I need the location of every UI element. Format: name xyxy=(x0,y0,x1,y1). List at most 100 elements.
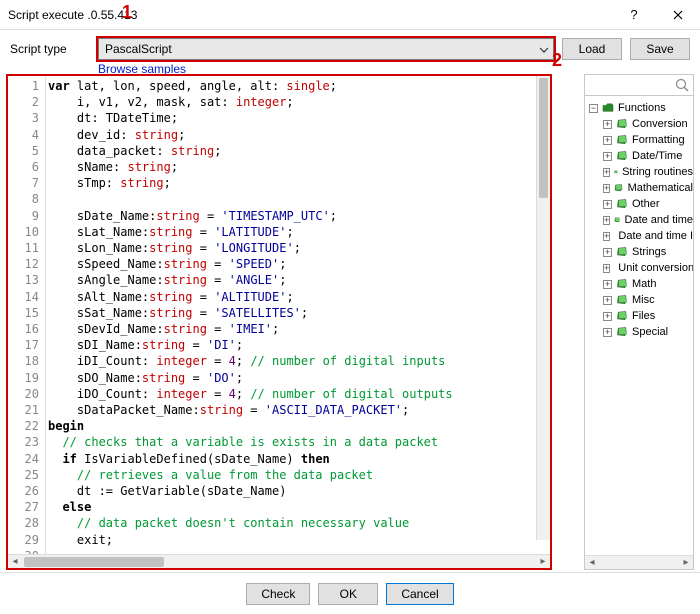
vertical-scrollbar-thumb[interactable] xyxy=(539,78,548,198)
code-content[interactable]: var lat, lon, speed, angle, alt: single;… xyxy=(48,76,536,554)
expand-icon[interactable]: + xyxy=(603,168,610,177)
line-number: 19 xyxy=(8,370,39,386)
search-icon xyxy=(674,77,690,96)
code-line: begin xyxy=(48,418,536,434)
close-icon xyxy=(673,10,683,20)
code-line: sDI_Name:string = 'DI'; xyxy=(48,337,536,353)
horizontal-scrollbar-thumb[interactable] xyxy=(24,557,164,567)
tree-item[interactable]: +Strings xyxy=(589,244,693,260)
expand-icon[interactable]: + xyxy=(603,120,612,129)
line-number: 16 xyxy=(8,321,39,337)
tree-item-label: Date and time I xyxy=(618,230,693,242)
collapse-icon[interactable]: − xyxy=(589,104,598,113)
code-line: sDataPacket_Name:string = 'ASCII_DATA_PA… xyxy=(48,402,536,418)
check-button[interactable]: Check xyxy=(246,583,310,605)
tree-item[interactable]: + Misc xyxy=(589,292,693,308)
code-line: sAlt_Name:string = 'ALTITUDE'; xyxy=(48,289,536,305)
line-number: 3 xyxy=(8,110,39,126)
search-input[interactable] xyxy=(584,74,694,96)
expand-icon[interactable]: + xyxy=(603,248,612,257)
code-line: sDate_Name:string = 'TIMESTAMP_UTC'; xyxy=(48,208,536,224)
expand-icon[interactable]: + xyxy=(603,328,612,337)
line-number: 1 xyxy=(8,78,39,94)
expand-icon[interactable]: + xyxy=(603,184,610,193)
code-line xyxy=(48,191,536,207)
tree-item-label: Files xyxy=(632,310,655,322)
titlebar: Script execute .0.55.413 ? xyxy=(0,0,700,30)
expand-icon[interactable]: + xyxy=(603,280,612,289)
tree-item[interactable]: + Special xyxy=(589,324,693,340)
functions-tree[interactable]: −Functions + Conversion + Formatting + Date/T… xyxy=(584,96,694,570)
line-number: 12 xyxy=(8,256,39,272)
line-number: 7 xyxy=(8,175,39,191)
line-number: 24 xyxy=(8,451,39,467)
tree-root[interactable]: −Functions xyxy=(589,100,693,116)
code-line: data_packet: string; xyxy=(48,143,536,159)
vertical-scrollbar[interactable] xyxy=(536,76,550,540)
code-line: // checks that a variable is exists in a… xyxy=(48,434,536,450)
code-editor[interactable]: 1234567891011121314151617181920212223242… xyxy=(6,74,552,570)
script-type-combo[interactable]: PascalScript xyxy=(98,38,554,60)
tree-horizontal-scrollbar[interactable]: ◂ ▸ xyxy=(585,555,693,569)
tree-item[interactable]: +Unit conversion xyxy=(589,260,693,276)
chevron-down-icon xyxy=(539,42,549,56)
tree-item-label: Math xyxy=(632,278,656,290)
cancel-button[interactable]: Cancel xyxy=(386,583,453,605)
ok-button[interactable]: OK xyxy=(318,583,378,605)
tree-item[interactable]: + Files xyxy=(589,308,693,324)
expand-icon[interactable]: + xyxy=(603,152,612,161)
tree-item-label: Other xyxy=(632,198,660,210)
tree-item[interactable]: + Date/Time xyxy=(589,148,693,164)
scroll-left-icon[interactable]: ◂ xyxy=(8,555,22,569)
expand-icon[interactable]: + xyxy=(603,136,612,145)
line-number: 2 xyxy=(8,94,39,110)
code-line: sSpeed_Name:string = 'SPEED'; xyxy=(48,256,536,272)
code-line: iDO_Count: integer = 4; // number of dig… xyxy=(48,386,536,402)
line-number: 22 xyxy=(8,418,39,434)
tree-item-label: Formatting xyxy=(632,134,685,146)
line-number: 4 xyxy=(8,127,39,143)
line-number: 23 xyxy=(8,434,39,450)
line-number: 13 xyxy=(8,272,39,288)
tree-item[interactable]: + Formatting xyxy=(589,132,693,148)
side-panel: −Functions + Conversion + Formatting + Date/T… xyxy=(584,74,694,570)
tree-item-label: Special xyxy=(632,326,668,338)
tree-item[interactable]: + Conversion xyxy=(589,116,693,132)
tree-scroll-right-icon[interactable]: ▸ xyxy=(679,556,693,570)
tree-item-label: Conversion xyxy=(632,118,688,130)
tree-item[interactable]: + Date and time xyxy=(589,212,693,228)
tree-item-label: Misc xyxy=(632,294,655,306)
line-number: 20 xyxy=(8,386,39,402)
load-button[interactable]: Load xyxy=(562,38,622,60)
script-type-label: Script type xyxy=(10,42,90,56)
code-line: else xyxy=(48,499,536,515)
expand-icon[interactable]: + xyxy=(603,216,610,225)
tree-scroll-left-icon[interactable]: ◂ xyxy=(585,556,599,570)
line-number: 27 xyxy=(8,499,39,515)
code-line: dev_id: string; xyxy=(48,127,536,143)
tree-item-label: Mathematical xyxy=(628,182,693,194)
close-button[interactable] xyxy=(656,0,700,30)
horizontal-scrollbar[interactable]: ◂ ▸ xyxy=(8,554,550,568)
line-number: 25 xyxy=(8,467,39,483)
tree-item[interactable]: + String routines xyxy=(589,164,693,180)
tree-item-label: String routines xyxy=(622,166,693,178)
expand-icon[interactable]: + xyxy=(603,200,612,209)
tree-item[interactable]: + Mathematical xyxy=(589,180,693,196)
line-number: 21 xyxy=(8,402,39,418)
save-button[interactable]: Save xyxy=(630,38,690,60)
expand-icon[interactable]: + xyxy=(603,232,610,241)
tree-item-label: Date and time xyxy=(625,214,693,226)
expand-icon[interactable]: + xyxy=(603,312,612,321)
tree-item[interactable]: + Math xyxy=(589,276,693,292)
expand-icon[interactable]: + xyxy=(603,296,612,305)
expand-icon[interactable]: + xyxy=(603,264,610,273)
tree-item[interactable]: + Date and time I xyxy=(589,228,693,244)
help-button[interactable]: ? xyxy=(612,0,656,30)
code-line: dt: TDateTime; xyxy=(48,110,536,126)
code-line: dt := GetVariable(sDate_Name) xyxy=(48,483,536,499)
scroll-right-icon[interactable]: ▸ xyxy=(536,555,550,569)
tree-item-label: Date/Time xyxy=(632,150,682,162)
line-number: 26 xyxy=(8,483,39,499)
tree-item[interactable]: + Other xyxy=(589,196,693,212)
